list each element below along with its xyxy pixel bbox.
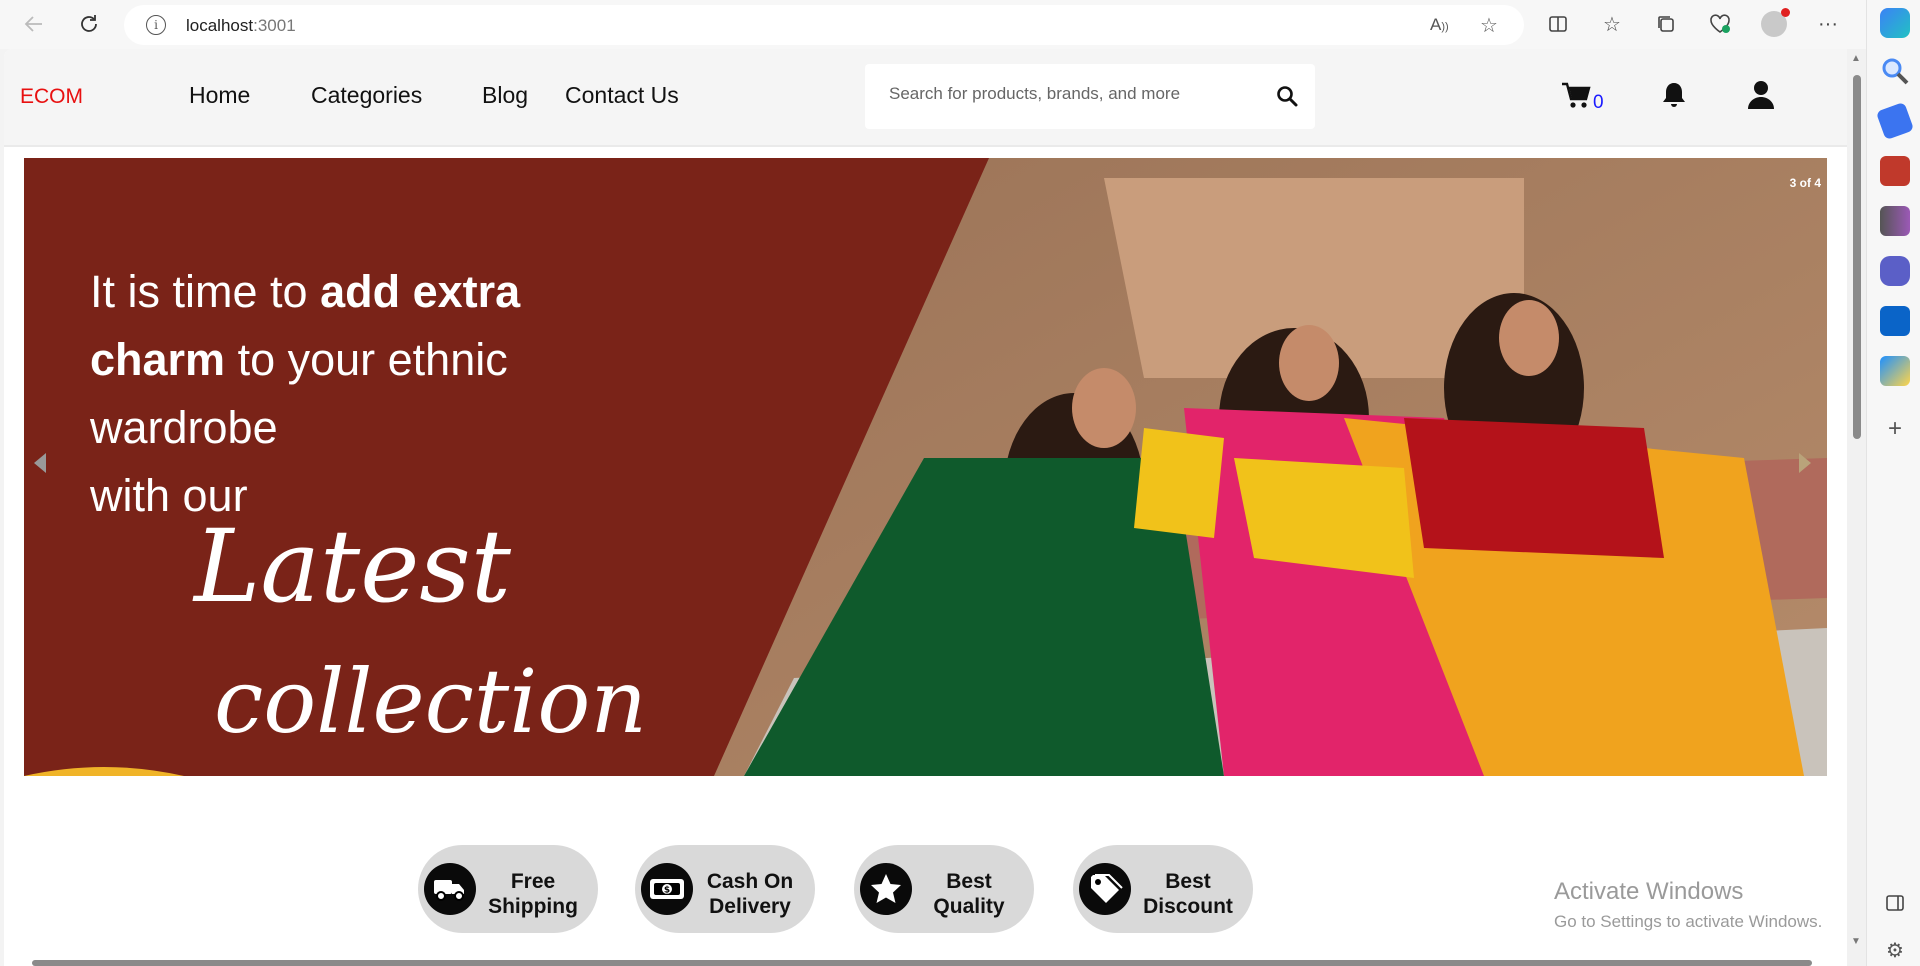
search-icon[interactable] (1275, 84, 1299, 108)
tools-icon[interactable] (1880, 156, 1910, 186)
banner-script-collection: collection (214, 650, 648, 753)
hero-carousel: It is time to add extra charm to your et… (24, 158, 1827, 776)
feature-label-line2: Shipping (488, 895, 578, 918)
user-account-icon[interactable] (1747, 80, 1775, 115)
star-icon (860, 863, 912, 915)
edge-sidebar: + ⚙ (1866, 0, 1920, 966)
info-icon[interactable]: i (146, 15, 166, 35)
slide-counter: 3 of 4 (1789, 176, 1821, 190)
collections-icon[interactable] (1648, 6, 1684, 42)
browser-toolbar: i localhost:3001 A)) ☆ ☆ ··· (0, 0, 1920, 49)
banner-script-latest: Latest (194, 508, 511, 625)
cart-icon (1561, 81, 1591, 114)
search-input[interactable] (889, 84, 1259, 104)
scroll-thumb[interactable] (1853, 75, 1861, 439)
browser-essentials-icon[interactable] (1702, 6, 1738, 42)
feature-label: Best Quality (916, 869, 1022, 919)
page-viewport: ECOM Home Categories Blog Contact Us 0 (4, 49, 1847, 966)
copilot-icon[interactable] (1880, 8, 1910, 38)
cart-count-badge: 0 (1593, 92, 1604, 113)
carousel-prev-arrow-icon[interactable] (34, 453, 46, 473)
games-icon[interactable] (1880, 206, 1910, 236)
feature-label: Best Discount (1135, 869, 1241, 919)
tag-icon (1079, 863, 1131, 915)
search-box (865, 64, 1315, 129)
banner-text-line1-light: It is time to (90, 266, 321, 317)
nav-blog[interactable]: Blog (482, 82, 528, 109)
banner-text-line2-bold: charm (90, 334, 226, 385)
feature-label-line1: Cash On (706, 870, 794, 893)
more-options-icon[interactable]: ··· (1810, 6, 1846, 42)
feature-label-line2: Discount (1143, 895, 1233, 918)
truck-icon (424, 863, 476, 915)
browser-actions: ☆ ··· (1540, 6, 1846, 42)
search-sidebar-icon[interactable] (1880, 56, 1910, 86)
scroll-down-arrow-icon[interactable]: ▼ (1851, 936, 1861, 947)
cash-icon: $ (641, 863, 693, 915)
banner-text-line2-light: to your ethnic (225, 334, 508, 385)
banner-headline: It is time to add extra charm to your et… (90, 258, 650, 530)
outlook-icon[interactable] (1880, 306, 1910, 336)
url-text[interactable]: localhost:3001 (186, 16, 296, 36)
site-header: ECOM Home Categories Blog Contact Us 0 (4, 49, 1847, 147)
scroll-up-arrow-icon[interactable]: ▲ (1851, 53, 1861, 64)
nav-contact-us[interactable]: Contact Us (565, 82, 679, 109)
feature-label: Free Shipping (480, 869, 586, 919)
svg-text:$: $ (664, 886, 670, 896)
banner-text-line1-bold: add extra (320, 266, 521, 317)
cart-button[interactable]: 0 (1561, 81, 1604, 114)
site-logo[interactable]: ECOM (20, 85, 83, 109)
split-screen-icon[interactable] (1540, 6, 1576, 42)
reload-icon[interactable] (71, 6, 107, 42)
feature-label: Cash On Delivery (697, 869, 803, 919)
profile-avatar (1761, 8, 1790, 37)
nav-home[interactable]: Home (189, 82, 250, 109)
back-icon[interactable] (16, 6, 52, 42)
nav-categories[interactable]: Categories (311, 82, 422, 109)
carousel-next-arrow-icon[interactable] (1799, 453, 1811, 473)
profile-icon[interactable] (1756, 6, 1792, 42)
add-sidebar-icon[interactable]: + (1880, 414, 1910, 444)
feature-cash-on-delivery: $ Cash On Delivery (635, 845, 815, 933)
feature-label-line2: Delivery (709, 895, 791, 918)
page-scrollbar[interactable]: ▲ ▼ (1847, 49, 1866, 966)
watermark-title: Activate Windows (1554, 878, 1744, 905)
drop-icon[interactable] (1880, 356, 1910, 386)
microsoft365-icon[interactable] (1880, 256, 1910, 286)
feature-label-line1: Best (946, 870, 992, 893)
settings-gear-icon[interactable]: ⚙ (1880, 936, 1910, 966)
feature-label-line2: Quality (933, 895, 1005, 918)
feature-best-quality: Best Quality (854, 845, 1034, 933)
sidebar-toggle-icon[interactable] (1880, 888, 1910, 918)
feature-label-line1: Best (1165, 870, 1211, 893)
shopping-tag-icon[interactable] (1875, 101, 1915, 141)
feature-free-shipping: Free Shipping (418, 845, 598, 933)
feature-label-line1: Free (510, 870, 556, 893)
favorite-star-icon[interactable]: ☆ (1480, 13, 1498, 38)
notification-bell-icon[interactable] (1661, 81, 1687, 114)
horizontal-scrollbar[interactable] (32, 960, 1812, 966)
read-aloud-icon[interactable]: A)) (1430, 15, 1449, 35)
windows-activation-watermark: Activate Windows Go to Settings to activ… (1554, 878, 1822, 932)
favorites-icon[interactable]: ☆ (1594, 6, 1630, 42)
address-bar[interactable]: i localhost:3001 A)) ☆ (124, 5, 1524, 45)
url-port: :3001 (253, 16, 296, 35)
banner-text-line3: wardrobe (90, 402, 278, 453)
watermark-subtitle: Go to Settings to activate Windows. (1554, 912, 1823, 931)
feature-best-discount: Best Discount (1073, 845, 1253, 933)
url-host: localhost (186, 16, 254, 35)
